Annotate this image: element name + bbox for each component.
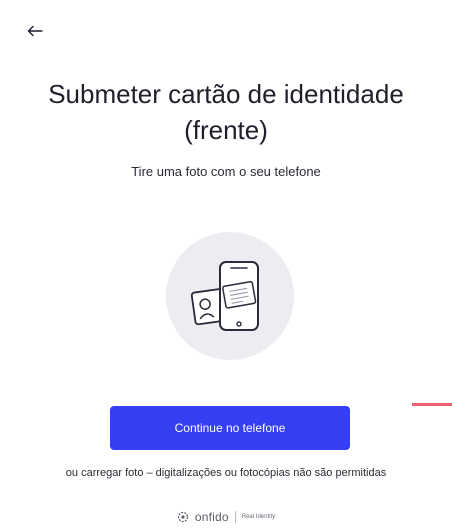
continue-on-phone-button[interactable]: Continue no telefone [110, 406, 350, 450]
page-title: Submeter cartão de identidade (frente) [48, 79, 404, 145]
arrow-left-icon [27, 24, 43, 42]
page-subtitle: Tire uma foto com o seu telefone [131, 164, 321, 179]
brand-tagline: Real Identity [241, 514, 276, 520]
brand-name: onfido [194, 510, 229, 524]
footer-branding: onfido Real Identity [0, 510, 452, 524]
onfido-logo-icon [177, 511, 189, 523]
brand-divider [234, 511, 236, 523]
red-marker-line [412, 403, 452, 406]
phone-with-id-card-icon [166, 232, 294, 360]
upload-photo-link[interactable]: ou carregar foto – digitalizações ou fot… [0, 467, 452, 479]
back-button[interactable] [24, 22, 46, 44]
